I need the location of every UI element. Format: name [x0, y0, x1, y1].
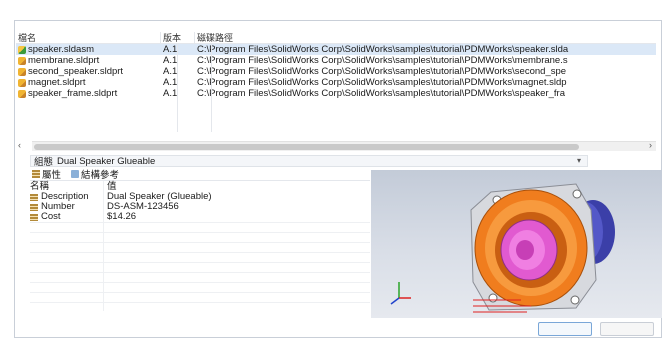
grid-line: [30, 262, 370, 263]
table-row[interactable]: speaker_frame.sldprt A.1 C:\Program File…: [16, 88, 656, 99]
property-row[interactable]: Description Dual Speaker (Glueable): [30, 192, 370, 202]
assembly-icon: [18, 45, 26, 54]
mount-hole: [570, 295, 580, 305]
file-name: speaker.sldasm: [28, 44, 95, 55]
references-icon: [71, 170, 80, 178]
part-icon: [18, 89, 26, 98]
column-header-name[interactable]: 檔名: [16, 32, 161, 43]
property-icon: [30, 193, 38, 201]
chevron-down-icon[interactable]: ▾: [577, 156, 581, 165]
table-row[interactable]: membrane.sldprt A.1 C:\Program Files\Sol…: [16, 55, 656, 66]
mount-hole: [488, 293, 498, 303]
table-row[interactable]: speaker.sldasm A.1 C:\Program Files\Soli…: [16, 44, 656, 55]
configuration-value: Dual Speaker Glueable: [57, 155, 156, 167]
grid-line: [30, 292, 370, 293]
file-path: C:\Program Files\SolidWorks Corp\SolidWo…: [197, 44, 569, 55]
column-divider: [211, 44, 212, 132]
grid-line: [30, 252, 370, 253]
scroll-right-arrow-icon[interactable]: ›: [649, 140, 652, 150]
scroll-left-arrow-icon[interactable]: ‹: [18, 140, 21, 150]
part-icon: [18, 78, 26, 87]
grid-line: [30, 242, 370, 243]
grid-line: [30, 272, 370, 273]
dust-cap: [516, 240, 534, 260]
file-version: A.1: [163, 55, 178, 66]
table-row[interactable]: magnet.sldprt A.1 C:\Program Files\Solid…: [16, 77, 656, 88]
table-row[interactable]: second_speaker.sldprt A.1 C:\Program Fil…: [16, 66, 656, 77]
speaker-model-image: [390, 183, 615, 313]
file-name: speaker_frame.sldprt: [28, 88, 118, 99]
file-name: second_speaker.sldprt: [28, 66, 124, 77]
z-axis-icon: [390, 297, 400, 305]
property-name: Cost: [41, 211, 61, 222]
property-icon: [30, 203, 38, 211]
file-path: C:\Program Files\SolidWorks Corp\SolidWo…: [197, 55, 568, 66]
dialog-buttons: [538, 322, 654, 336]
tab-references[interactable]: 結構參考: [69, 167, 121, 181]
grid-line: [30, 282, 370, 283]
column-header-version[interactable]: 版本: [161, 32, 195, 43]
file-table: 檔名 版本 磁碟路徑 speaker.sldasm A.1 C:\Program…: [16, 32, 656, 140]
file-path: C:\Program Files\SolidWorks Corp\SolidWo…: [197, 88, 565, 99]
property-value: $14.26: [107, 211, 137, 222]
table-header: 檔名 版本 磁碟路徑: [16, 32, 656, 44]
cancel-button[interactable]: [600, 322, 654, 336]
file-name: membrane.sldprt: [28, 55, 100, 66]
grid-line: [30, 302, 370, 303]
file-path: C:\Program Files\SolidWorks Corp\SolidWo…: [197, 77, 567, 88]
tab-properties[interactable]: 屬性: [30, 167, 63, 181]
properties-icon: [32, 170, 40, 178]
properties-grid: 名稱 值 Description Dual Speaker (Glueable)…: [30, 180, 370, 311]
scrollbar-thumb[interactable]: [34, 144, 579, 150]
tab-references-label: 結構參考: [81, 170, 120, 181]
tab-properties-label: 屬性: [42, 170, 62, 181]
mount-hole: [572, 189, 582, 199]
column-header-path[interactable]: 磁碟路徑: [195, 32, 655, 43]
file-version: A.1: [163, 44, 178, 55]
grid-line: [30, 222, 370, 223]
configuration-selector[interactable]: 組態 Dual Speaker Glueable ▾: [30, 155, 588, 168]
ok-button[interactable]: [538, 322, 592, 336]
model-preview[interactable]: [371, 170, 662, 318]
part-icon: [18, 67, 26, 76]
file-version: A.1: [163, 66, 178, 77]
property-row[interactable]: Number DS-ASM-123456: [30, 202, 370, 212]
part-icon: [18, 56, 26, 65]
column-divider: [177, 44, 178, 132]
file-name: magnet.sldprt: [28, 77, 86, 88]
property-tabs: 屬性 結構參考: [30, 167, 121, 181]
file-path: C:\Program Files\SolidWorks Corp\SolidWo…: [197, 66, 567, 77]
file-version: A.1: [163, 77, 178, 88]
horizontal-scrollbar[interactable]: ‹ ›: [18, 140, 656, 151]
configuration-label: 組態: [34, 157, 54, 168]
file-version: A.1: [163, 88, 178, 99]
property-row[interactable]: Cost $14.26: [30, 212, 370, 222]
property-icon: [30, 213, 38, 221]
grid-line: [30, 232, 370, 233]
